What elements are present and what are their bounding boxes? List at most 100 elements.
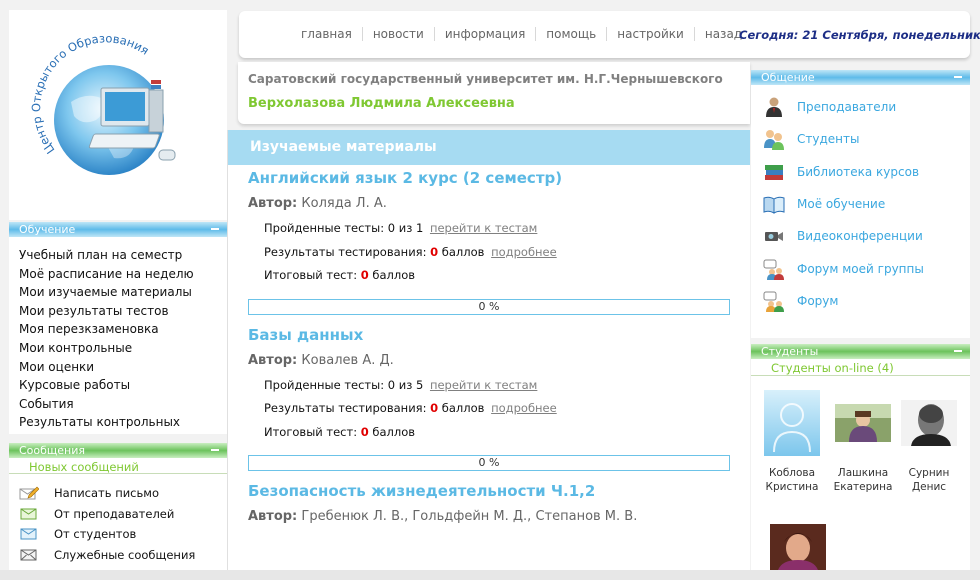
student-card[interactable]: Сурнин Денис bbox=[897, 400, 961, 494]
passed-tests-label: Пройденные тесты: bbox=[264, 221, 385, 235]
student-first-name: Коблова bbox=[768, 467, 816, 479]
teacher-icon bbox=[763, 96, 785, 118]
course-item: Базы данных Автор: Ковалев А. Д. Пройденны… bbox=[248, 322, 750, 471]
details-link[interactable]: подробнее bbox=[491, 401, 557, 415]
comm-item-forum-label: Форум bbox=[797, 293, 839, 308]
write-letter-item[interactable]: Написать письмо bbox=[19, 483, 227, 504]
study-panel-header: Обучение bbox=[9, 222, 227, 237]
globe-computer-logo: Центр Открытого Образования bbox=[29, 31, 176, 175]
final-test-score: 0 bbox=[360, 424, 369, 439]
test-results-row: Результаты тестирования: 0 баллов подроб… bbox=[248, 241, 750, 265]
study-panel-title: Обучение bbox=[19, 223, 76, 236]
course-list: Английский язык 2 курс (2 семестр) Автор:… bbox=[228, 165, 750, 530]
comm-item-teachers-label: Преподаватели bbox=[797, 100, 897, 115]
communication-panel: Общение Преподаватели Студенты Библиотек… bbox=[751, 70, 970, 338]
from-students-item[interactable]: От студентов bbox=[19, 524, 227, 545]
test-results-label: Результаты тестирования: bbox=[264, 401, 427, 415]
student-photo-placeholder bbox=[764, 390, 820, 456]
comm-item-my-study[interactable]: Моё обучение bbox=[763, 188, 970, 220]
service-messages-label: Служебные сообщения bbox=[54, 547, 196, 562]
comm-item-my-study-label: Моё обучение bbox=[797, 197, 886, 212]
communication-panel-title: Общение bbox=[761, 71, 815, 84]
students-panel: Студенты Студенты on-line (4) Коблова Кр… bbox=[751, 344, 970, 570]
minimize-icon[interactable] bbox=[211, 449, 219, 451]
write-letter-label: Написать письмо bbox=[54, 486, 159, 501]
comm-item-library[interactable]: Библиотека курсов bbox=[763, 156, 970, 188]
student-card[interactable]: Коблова Кристина bbox=[760, 390, 824, 494]
progress-text: 0 % bbox=[478, 299, 500, 313]
from-teachers-item[interactable]: От преподавателей bbox=[19, 504, 227, 525]
study-item-control[interactable]: Мои контрольные bbox=[19, 339, 227, 358]
final-test-label: Итоговый тест: bbox=[264, 268, 358, 282]
author-label: Автор: bbox=[248, 196, 298, 211]
course-title[interactable]: Безопасность жизнедеятельности Ч.1,2 bbox=[248, 478, 750, 504]
students-panel-header: Студенты bbox=[751, 344, 970, 359]
course-title[interactable]: Базы данных bbox=[248, 322, 750, 348]
service-messages-item[interactable]: Служебные сообщения bbox=[19, 545, 227, 566]
comm-item-teachers[interactable]: Преподаватели bbox=[763, 91, 970, 123]
student-card[interactable]: Лашкина Екатерина bbox=[831, 404, 895, 494]
nav-home[interactable]: главная bbox=[291, 27, 362, 41]
author-label: Автор: bbox=[248, 352, 298, 368]
study-item-plan[interactable]: Учебный план на семестр bbox=[19, 246, 227, 265]
user-header: Саратовский государственный университет … bbox=[238, 62, 750, 124]
student-last-name: Денис bbox=[911, 481, 947, 493]
site-logo[interactable]: Центр Открытого Образования bbox=[9, 10, 227, 220]
comm-item-group-forum[interactable]: Форум моей группы bbox=[763, 252, 970, 284]
study-item-reexam[interactable]: Моя перезкзаменовка bbox=[19, 320, 227, 339]
comm-item-students-label: Студенты bbox=[797, 132, 860, 147]
points-label: баллов bbox=[441, 401, 485, 415]
study-item-grades[interactable]: Мои оценки bbox=[19, 358, 227, 377]
course-author: Автор: Гребенюк Л. В., Гольдфейн М. Д., … bbox=[248, 504, 750, 530]
comm-item-forum[interactable]: Форум bbox=[763, 285, 970, 317]
students-online-link[interactable]: Студенты on-line (4) bbox=[751, 359, 970, 376]
nav-info[interactable]: информация bbox=[433, 27, 535, 41]
progress-text: 0 % bbox=[478, 456, 500, 469]
nav-help[interactable]: помощь bbox=[535, 27, 606, 41]
final-test-score: 0 bbox=[360, 268, 369, 282]
bottom-strip bbox=[0, 570, 980, 580]
study-item-materials[interactable]: Мои изучаемые материалы bbox=[19, 283, 227, 302]
final-test-row: Итоговый тест: 0 баллов bbox=[248, 421, 750, 445]
minimize-icon[interactable] bbox=[211, 228, 219, 230]
student-photo-woman bbox=[770, 524, 826, 570]
points-label: баллов bbox=[372, 424, 416, 439]
comm-item-students[interactable]: Студенты bbox=[763, 123, 970, 155]
communication-panel-header: Общение bbox=[751, 70, 970, 85]
study-item-coursework[interactable]: Курсовые работы bbox=[19, 376, 227, 395]
open-book-icon bbox=[763, 193, 785, 215]
goto-tests-link[interactable]: перейти к тестам bbox=[430, 378, 537, 392]
nav-news[interactable]: новости bbox=[361, 27, 434, 41]
student-last-name: Кристина bbox=[765, 481, 819, 493]
goto-tests-link[interactable]: перейти к тестам bbox=[430, 221, 537, 235]
nav-settings[interactable]: настройки bbox=[606, 27, 694, 41]
student-photo-bw bbox=[901, 400, 957, 446]
test-results-row: Результаты тестирования: 0 баллов подроб… bbox=[248, 397, 750, 421]
main-content: Изучаемые материалы Английский язык 2 ку… bbox=[227, 130, 750, 570]
user-name: Верхолазова Людмила Алексеевна bbox=[248, 96, 515, 111]
forum-icon bbox=[763, 290, 785, 312]
envelope-gray-icon bbox=[19, 548, 39, 562]
study-item-test-results[interactable]: Мои результаты тестов bbox=[19, 302, 227, 321]
study-panel: Обучение Учебный план на семестр Моё рас… bbox=[9, 222, 227, 434]
minimize-icon[interactable] bbox=[954, 350, 962, 352]
students-panel-title: Студенты bbox=[761, 345, 819, 358]
course-title[interactable]: Английский язык 2 курс (2 семестр) bbox=[248, 165, 750, 191]
passed-tests-row: Пройденные тесты: 0 из 5 перейти к теста… bbox=[248, 374, 750, 398]
minimize-icon[interactable] bbox=[954, 76, 962, 78]
course-author: Автор: Коляда Л. А. bbox=[248, 191, 750, 217]
study-item-control-results[interactable]: Результаты контрольных bbox=[19, 413, 227, 432]
student-last-name: Екатерина bbox=[833, 481, 893, 493]
author-names: Коляда Л. А. bbox=[301, 196, 387, 211]
comm-item-video[interactable]: Видеоконференции bbox=[763, 220, 970, 252]
students-icon bbox=[763, 128, 785, 151]
author-names: Гребенюк Л. В., Гольдфейн М. Д., Степано… bbox=[301, 509, 638, 524]
passed-tests-value: 0 из 1 bbox=[387, 221, 424, 235]
study-item-schedule[interactable]: Моё расписание на неделю bbox=[19, 265, 227, 284]
study-item-events[interactable]: События bbox=[19, 395, 227, 414]
current-date: Сегодня: 21 Сентября, понедельник bbox=[739, 28, 980, 42]
course-item: Безопасность жизнедеятельности Ч.1,2 Авто… bbox=[248, 478, 750, 530]
new-messages-label: Новых сообщений bbox=[9, 458, 227, 474]
envelope-green-icon bbox=[19, 507, 39, 521]
details-link[interactable]: подробнее bbox=[491, 245, 557, 259]
